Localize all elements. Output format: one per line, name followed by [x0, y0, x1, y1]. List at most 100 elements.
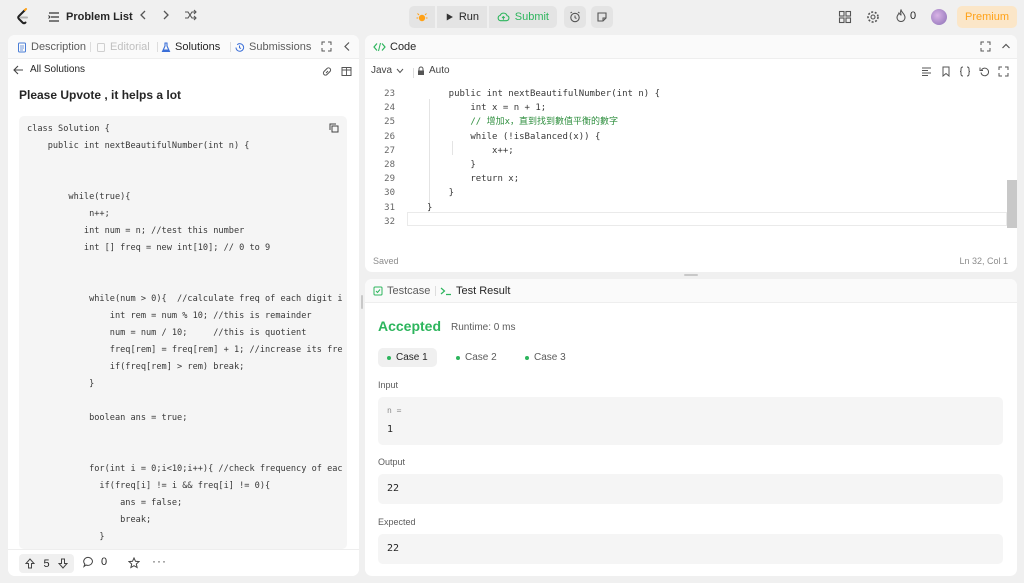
- upvote-icon[interactable]: [25, 558, 35, 569]
- editor-toolbar: Java Auto: [365, 62, 1017, 82]
- case-tab-2[interactable]: Case 2: [447, 348, 506, 367]
- editor-code-line[interactable]: int x = n + 1;: [427, 101, 546, 115]
- debug-button[interactable]: [409, 6, 435, 28]
- book-open-icon[interactable]: [341, 66, 352, 77]
- favorite-star-icon[interactable]: [128, 557, 140, 569]
- line-number: 31: [384, 202, 395, 213]
- run-button[interactable]: Run: [437, 6, 487, 28]
- vote-control: 5: [19, 554, 74, 573]
- editor-scrollbar[interactable]: [1007, 180, 1017, 228]
- solution-code-line: public int nextBeautifulNumber(int n) {: [27, 141, 250, 151]
- comments-button[interactable]: 0: [83, 556, 107, 568]
- maximize-icon[interactable]: [321, 41, 332, 52]
- chevron-right-icon: [163, 10, 169, 20]
- tab-code[interactable]: Code: [373, 40, 416, 54]
- downvote-icon[interactable]: [58, 558, 68, 569]
- layout-grid-icon[interactable]: [838, 10, 852, 24]
- link-icon[interactable]: [321, 66, 333, 77]
- solution-code-line: while(num > 0){ //calculate freq of each…: [27, 294, 343, 304]
- solution-title: Please Upvote , it helps a lot: [19, 88, 182, 102]
- collapse-left-icon[interactable]: [342, 41, 352, 52]
- top-bar: Problem List Run Submit 0 Premium: [0, 0, 1024, 34]
- user-avatar[interactable]: [931, 9, 947, 25]
- output-box: 22: [378, 474, 1003, 504]
- arrow-left-icon: [13, 65, 23, 74]
- submit-button[interactable]: Submit: [489, 6, 557, 28]
- tab-solutions-label: Solutions: [175, 41, 221, 53]
- braces-icon[interactable]: [959, 66, 971, 77]
- tab-code-label: Code: [390, 41, 417, 53]
- solution-code-line: while(true){: [27, 192, 131, 202]
- tab-solutions[interactable]: Solutions: [161, 40, 220, 54]
- editor-code-lines[interactable]: 23 public int nextBeautifulNumber(int n)…: [365, 85, 1017, 235]
- collapse-up-icon[interactable]: [1001, 41, 1011, 52]
- editor-code-line[interactable]: // 增加x，直到找到數值平衡的數字: [427, 115, 618, 129]
- editor-code-line[interactable]: }: [427, 186, 454, 200]
- tab-description-label: Description: [31, 41, 87, 53]
- reset-icon[interactable]: [979, 66, 990, 77]
- tab-editorial[interactable]: Editorial: [96, 40, 150, 54]
- settings-gear-icon[interactable]: [866, 10, 880, 24]
- editor-code-line[interactable]: }: [427, 158, 475, 172]
- line-number: 25: [384, 117, 395, 128]
- format-icon[interactable]: [921, 66, 932, 77]
- editor-code-line[interactable]: x++;: [427, 144, 514, 158]
- streak-counter[interactable]: 0: [895, 9, 916, 22]
- pass-dot-icon: [387, 355, 391, 360]
- output-value: 22: [387, 483, 400, 494]
- line-number: 27: [384, 145, 395, 156]
- editor-code-line[interactable]: while (!isBalanced(x)) {: [427, 130, 600, 144]
- output-label: Output: [378, 457, 406, 467]
- tab-testcase[interactable]: Testcase: [373, 284, 430, 298]
- auto-mode-indicator[interactable]: Auto: [417, 65, 450, 76]
- horizontal-resize-handle[interactable]: [684, 274, 698, 276]
- input-value: 1: [387, 424, 394, 435]
- problem-list-button[interactable]: Problem List: [48, 9, 133, 25]
- editor-code-line[interactable]: public int nextBeautifulNumber(int n) {: [427, 87, 660, 101]
- solution-code-line: }: [27, 379, 95, 389]
- next-problem-button[interactable]: [158, 9, 174, 25]
- expected-value: 22: [387, 543, 400, 554]
- line-number: 28: [384, 160, 395, 170]
- tab-testcase-label: Testcase: [387, 285, 431, 297]
- code-brackets-icon: [373, 42, 386, 52]
- line-number: 30: [384, 188, 395, 199]
- expected-label: Expected: [378, 517, 416, 527]
- editor-code-line[interactable]: return x;: [427, 172, 519, 186]
- input-variable: n =: [387, 406, 402, 415]
- bookmark-icon[interactable]: [941, 66, 951, 77]
- run-submit-group: Run Submit: [409, 6, 557, 28]
- tab-test-result[interactable]: Test Result: [440, 284, 510, 298]
- tab-description[interactable]: Description: [17, 40, 86, 54]
- fullscreen-icon[interactable]: [998, 66, 1009, 77]
- play-icon: [446, 13, 453, 21]
- saved-status: Saved: [373, 256, 399, 266]
- vertical-resize-handle[interactable]: [361, 295, 363, 309]
- case-tab-3[interactable]: Case 3: [516, 348, 575, 367]
- checkbox-icon: [373, 286, 383, 296]
- back-to-all-solutions[interactable]: All Solutions: [13, 64, 85, 75]
- more-options-icon[interactable]: ···: [152, 554, 167, 568]
- terminal-icon: [440, 287, 451, 296]
- upvote-count: 5: [43, 557, 50, 570]
- editor-code-line[interactable]: }: [427, 201, 432, 215]
- timer-button[interactable]: [564, 6, 586, 28]
- code-editor-panel: Code Java Auto 23 public int nextBeautif…: [365, 35, 1017, 272]
- chevron-down-icon: [396, 68, 404, 73]
- test-tab-bar: Testcase Test Result: [365, 279, 1017, 303]
- flask-icon: [161, 41, 171, 52]
- maximize-icon[interactable]: [980, 41, 991, 52]
- copy-icon[interactable]: [329, 123, 339, 133]
- tab-test-result-label: Test Result: [456, 285, 511, 297]
- test-result-panel: Testcase Test Result Accepted Runtime: 0…: [365, 279, 1017, 576]
- leetcode-logo[interactable]: [14, 8, 32, 26]
- case-tab-1[interactable]: Case 1: [378, 348, 437, 367]
- document-icon: [18, 42, 26, 52]
- language-select[interactable]: Java: [371, 65, 404, 76]
- premium-button[interactable]: Premium: [957, 6, 1017, 28]
- prev-problem-button[interactable]: [135, 9, 151, 25]
- notes-button[interactable]: [591, 6, 613, 28]
- tab-submissions[interactable]: Submissions: [234, 40, 311, 54]
- fire-icon: [896, 9, 906, 22]
- random-problem-button[interactable]: [182, 9, 198, 25]
